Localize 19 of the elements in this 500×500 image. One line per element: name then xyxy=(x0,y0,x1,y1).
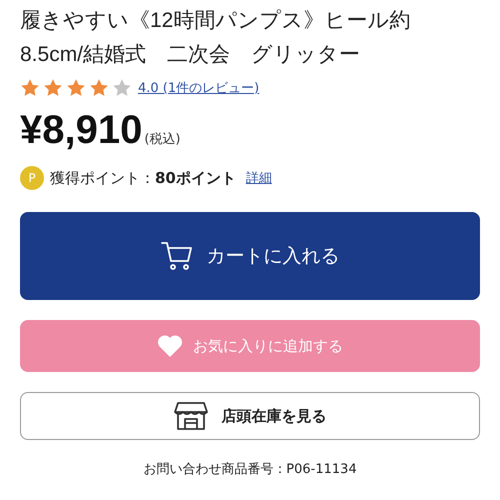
empty-star-icon xyxy=(112,78,132,98)
filled-star-icon xyxy=(20,78,40,98)
filled-star-icon xyxy=(89,78,109,98)
heart-icon xyxy=(157,334,183,358)
filled-star-icon xyxy=(66,78,86,98)
shop-icon xyxy=(174,402,208,430)
details-link[interactable]: 詳細 xyxy=(246,169,272,187)
product-title: 履きやすい《12時間パンプス》ヒール約8.5cm/結婚式 二次会 グリッター xyxy=(20,8,412,68)
cart-icon xyxy=(160,241,192,271)
tax-note: (税込) xyxy=(144,131,180,148)
add-to-cart-button[interactable]: カートに入れる xyxy=(20,212,480,300)
price: ¥8,910 xyxy=(20,107,142,154)
points-badge: P xyxy=(20,166,44,190)
review-link[interactable]: 4.0 (1件のレビュー) xyxy=(138,79,260,97)
points-value: 80ポイント xyxy=(155,168,236,188)
filled-star-icon xyxy=(43,78,63,98)
store-stock-button[interactable]: 店頭在庫を見る xyxy=(20,392,480,440)
points-label: 獲得ポイント： xyxy=(50,168,155,188)
product-number: お問い合わせ商品番号：P06-11134 xyxy=(142,461,358,478)
